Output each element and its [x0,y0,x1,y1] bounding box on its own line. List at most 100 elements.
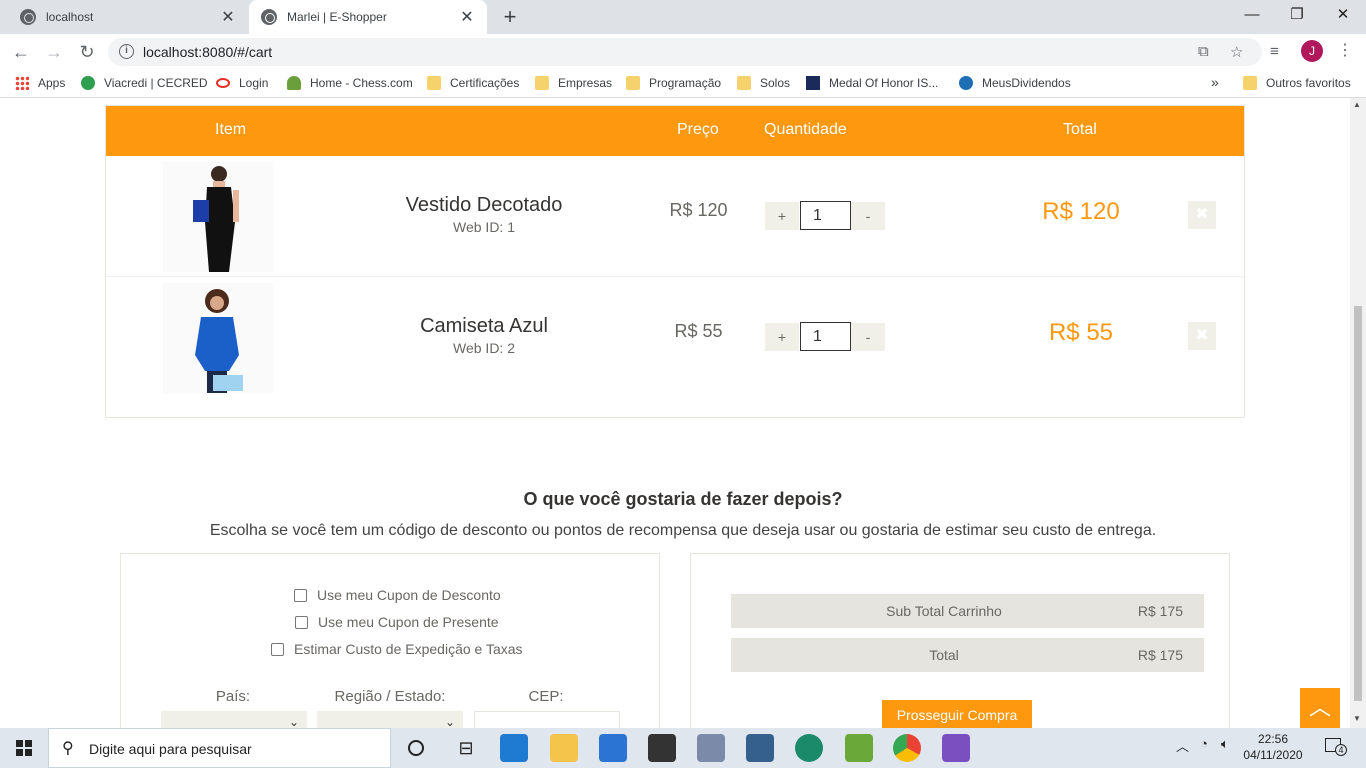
coupon-option[interactable]: Use meu Cupon de Desconto [294,587,501,603]
task-view-icon[interactable]: ⊟ [452,734,480,762]
scroll-down-icon[interactable]: ▼ [1353,714,1361,723]
visual-studio-icon[interactable] [942,734,970,762]
bookmark-programacao[interactable]: Programação [626,76,721,90]
gift-checkbox[interactable] [295,615,308,629]
media-icon[interactable]: ≡ [1270,43,1279,60]
close-tab-icon[interactable]: ✕ [459,7,475,27]
bookmarks-bar: Apps Viacredi | CECRED Login Home - Ches… [0,70,1366,98]
bookmark-viacredi[interactable]: Viacredi | CECRED [81,76,208,90]
info-icon[interactable]: i [119,44,134,59]
wifi-icon[interactable]: ◔ [1200,736,1208,751]
coupon-checkbox[interactable] [294,588,307,602]
file-explorer-icon[interactable] [550,734,578,762]
bookmark-solos[interactable]: Solos [737,76,790,90]
scrollbar[interactable]: ▲ ▼ [1350,98,1366,728]
edge-icon[interactable] [795,734,823,762]
network-app-icon[interactable] [697,734,725,762]
bookmark-login[interactable]: Login [216,76,268,90]
quantity-minus-button[interactable]: - [851,323,885,351]
mail-icon[interactable] [599,734,627,762]
new-tab-icon[interactable]: + [498,4,522,30]
folder-icon [1243,76,1257,90]
apps-icon [15,76,29,90]
bookmark-apps[interactable]: Apps [15,76,65,90]
header-price: Preço [677,121,719,138]
globe-icon [261,9,277,25]
forward-icon[interactable]: → [42,40,66,64]
product-total: R$ 55 [1048,319,1114,346]
header-quantity: Quantidade [764,121,847,138]
clock[interactable]: 22:56 04/11/2020 [1243,731,1303,763]
subtotal-row: Sub Total Carrinho R$ 175 [731,594,1204,628]
zip-label: CEP: [528,688,564,705]
cart-header: Item Preço Quantidade Total [106,106,1244,156]
tab-title: Marlei | E-Shopper [287,10,387,24]
page-content: Item Preço Quantidade Total Vestido Deco… [0,98,1366,728]
quantity-plus-button[interactable]: + [765,323,799,351]
shipping-estimate-option[interactable]: Estimar Custo de Expedição e Taxas [271,641,523,657]
subtotal-label: Sub Total Carrinho [886,603,1002,619]
product-name[interactable]: Vestido Decotado [356,194,612,217]
taskbar: ⚲ Digite aqui para pesquisar ⊟ ︿ ◔ 🔈︎ 22… [0,728,1366,768]
shipping-checkbox[interactable] [271,642,284,656]
product-image-shirt[interactable] [163,283,273,393]
minimize-icon[interactable]: — [1229,0,1275,34]
zip-input[interactable] [474,711,620,728]
address-bar[interactable]: i localhost:8080/#/cart ⧉ ☆ [108,38,1262,66]
search-placeholder: Digite aqui para pesquisar [89,741,252,757]
product-total: R$ 120 [1042,198,1120,225]
store-icon[interactable] [648,734,676,762]
restore-icon[interactable]: ❐ [1274,0,1320,34]
tab-eshopper[interactable]: Marlei | E-Shopper ✕ [249,0,487,34]
notification-count: 4 [1335,744,1347,756]
gift-option[interactable]: Use meu Cupon de Presente [295,614,499,630]
windows-start-icon[interactable] [0,728,48,768]
folder-icon [737,76,751,90]
close-window-icon[interactable]: ✕ [1320,0,1366,34]
bookmark-outros-favoritos[interactable]: Outros favoritos [1243,76,1351,90]
star-icon[interactable]: ☆ [1230,43,1243,61]
checkout-button[interactable]: Prosseguir Compra [882,700,1032,728]
tray-overflow-icon[interactable]: ︿ [1176,736,1189,755]
quantity-plus-button[interactable]: + [765,202,799,230]
delete-item-icon[interactable]: ✖ [1188,201,1216,229]
avatar[interactable]: J [1301,40,1323,62]
product-image-dress[interactable] [163,162,273,272]
country-select[interactable]: ⌄ [161,711,307,728]
quantity-input[interactable]: 1 [800,322,851,351]
tab-localhost[interactable]: localhost ✕ [8,0,248,34]
fr-icon [806,76,820,90]
bookmark-chess[interactable]: Home - Chess.com [287,76,413,90]
bookmark-medal-of-honor[interactable]: Medal Of Honor IS... [806,76,938,90]
cart-table: Item Preço Quantidade Total Vestido Deco… [105,105,1245,418]
close-tab-icon[interactable]: ✕ [220,7,236,27]
reload-icon[interactable]: ↻ [75,40,99,64]
translate-icon[interactable]: ⧉ [1198,43,1209,60]
notepad-icon[interactable] [845,734,873,762]
postgres-icon[interactable] [746,734,774,762]
bookmark-empresas[interactable]: Empresas [535,76,612,90]
chrome-icon[interactable] [893,734,921,762]
volume-icon[interactable]: 🔈︎ [1221,736,1229,752]
region-select[interactable]: ⌄ [317,711,463,728]
browser-toolbar: ← → ↻ i localhost:8080/#/cart ⧉ ☆ ≡ J ⋮ [0,34,1366,70]
scroll-up-icon[interactable]: ▲ [1353,100,1361,109]
back-icon[interactable]: ← [9,40,33,64]
delete-item-icon[interactable]: ✖ [1188,322,1216,350]
vscode-icon[interactable] [500,734,528,762]
product-web-id: Web ID: 2 [453,340,515,356]
taskbar-search[interactable]: ⚲ Digite aqui para pesquisar [48,728,391,768]
scrollbar-thumb[interactable] [1354,306,1362,701]
quantity-input[interactable]: 1 [800,201,851,230]
scroll-to-top-icon[interactable]: ︿ [1300,688,1340,728]
more-bookmarks-icon[interactable]: » [1211,74,1219,90]
table-row: Vestido Decotado Web ID: 1 R$ 120 + 1 - … [106,156,1244,277]
product-name[interactable]: Camiseta Azul [356,315,612,338]
dividendos-icon [959,76,973,90]
bookmark-meusdividendos[interactable]: MeusDividendos [959,76,1071,90]
notification-center-icon[interactable]: 4 [1325,738,1347,756]
cortana-icon[interactable] [408,740,424,756]
bookmark-certificacoes[interactable]: Certificações [427,76,519,90]
menu-icon[interactable]: ⋮ [1337,40,1353,60]
quantity-minus-button[interactable]: - [851,202,885,230]
